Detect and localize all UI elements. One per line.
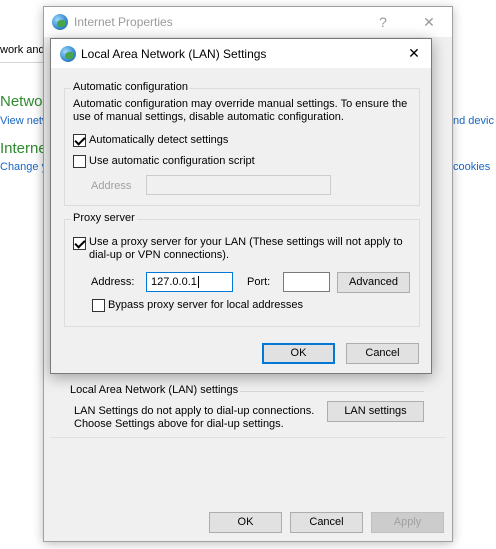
ip-apply-button[interactable]: Apply [371,512,444,533]
tab-divider [0,62,43,63]
ip-cancel-button[interactable]: Cancel [290,512,363,533]
lan-settings-dialog: Local Area Network (LAN) Settings ✕ Auto… [50,38,432,374]
tab-fragment: work and [0,44,45,56]
lan-info-line1: LAN Settings do not apply to dial-up con… [74,405,315,417]
lan-close-button[interactable]: ✕ [403,42,425,64]
ip-ok-button[interactable]: OK [209,512,282,533]
use-script-label[interactable]: Use automatic configuration script [89,155,255,167]
script-address-label: Address [91,180,132,192]
auto-detect-label[interactable]: Automatically detect settings [89,134,228,146]
lan-cancel-button[interactable]: Cancel [346,343,419,364]
help-button[interactable]: ? [372,11,394,33]
use-proxy-checkbox[interactable] [73,237,86,250]
lan-info-line2: Choose Settings above for dial-up settin… [74,418,284,430]
bypass-local-label[interactable]: Bypass proxy server for local addresses [108,299,303,311]
auto-config-group-title: Automatic configuration [71,81,190,93]
lan-ok-button[interactable]: OK [262,343,335,364]
lan-dialog-title: Local Area Network (LAN) Settings [81,47,267,61]
cookies-link[interactable]: cookies [453,161,490,173]
auto-detect-checkbox[interactable] [73,134,86,147]
auto-config-description-line1: Automatic configuration may override man… [73,98,408,110]
use-proxy-label-line2[interactable]: dial-up or VPN connections). [89,249,229,261]
lan-titlebar: Local Area Network (LAN) Settings ✕ [51,39,431,68]
network-heading: Networ [0,93,48,110]
proxy-address-input[interactable]: 127.0.0.1 [146,272,233,292]
proxy-address-label: Address: [91,276,135,288]
auto-config-description-line2: use of manual settings, disable automati… [73,111,344,123]
auto-config-group: Automatic configuration Automatic config… [64,81,420,206]
proxy-server-group: Proxy server Use a proxy server for your… [64,212,420,327]
internet-heading: Interne [0,140,47,157]
proxy-address-value: 127.0.0.1 [151,276,197,288]
globe-icon [52,14,68,30]
ip-close-button[interactable]: ✕ [418,11,440,33]
script-address-input[interactable] [146,175,331,195]
use-script-checkbox[interactable] [73,155,86,168]
ip-window-title: Internet Properties [74,15,173,29]
content-bottom-divider [50,437,446,438]
bypass-local-checkbox[interactable] [92,299,105,312]
globe-icon [60,46,76,62]
text-caret [197,276,199,289]
ip-titlebar: Internet Properties ? ✕ [44,7,452,37]
devices-link[interactable]: nd devic [453,115,494,127]
proxy-port-input[interactable] [283,272,330,292]
lan-settings-button[interactable]: LAN settings [327,401,424,422]
internet-link[interactable]: Change y [0,161,47,173]
proxy-port-label: Port: [247,276,271,288]
proxy-server-group-title: Proxy server [71,212,137,224]
advanced-button[interactable]: Advanced [337,272,410,293]
use-proxy-label-line1[interactable]: Use a proxy server for your LAN (These s… [89,236,403,248]
group-divider [240,391,424,392]
lan-settings-group-title: Local Area Network (LAN) settings [68,384,241,396]
